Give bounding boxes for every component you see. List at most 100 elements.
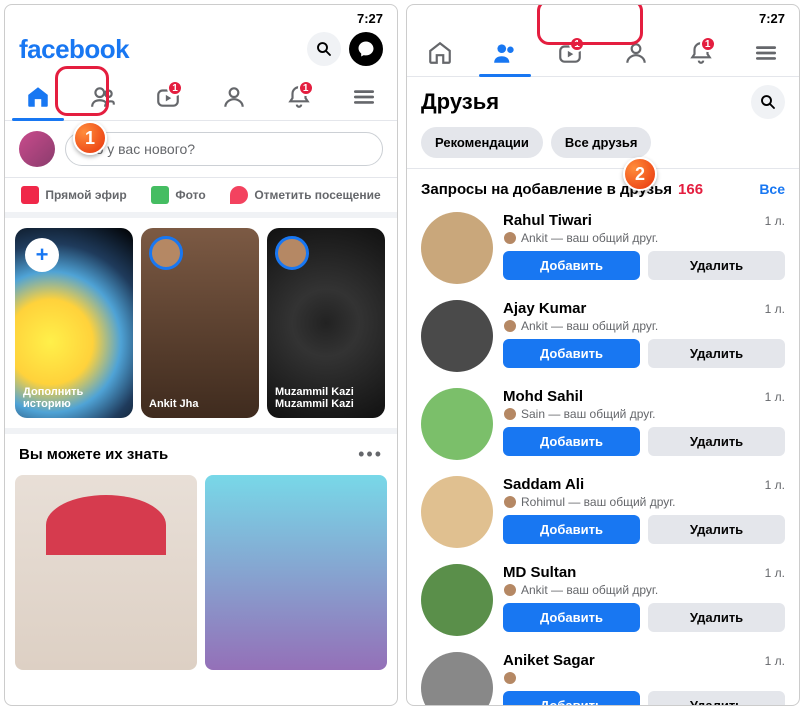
tab-menu[interactable] — [332, 76, 397, 120]
delete-button[interactable]: Удалить — [648, 603, 785, 632]
tab-notifications[interactable]: 1 — [266, 76, 331, 120]
pymk-title: Вы можете их знать — [19, 446, 168, 463]
search-icon — [759, 93, 777, 111]
mutual-avatar-icon — [503, 407, 517, 421]
add-story-card[interactable]: + Дополнить историю — [15, 228, 133, 418]
friend-body: Ajay Kumar 1 л. Ankit — ваш общий друг. … — [503, 300, 785, 372]
see-all-link[interactable]: Все — [759, 181, 785, 197]
add-button[interactable]: Добавить — [503, 515, 640, 544]
friend-avatar[interactable] — [421, 564, 493, 636]
delete-button[interactable]: Удалить — [648, 427, 785, 456]
photo-button[interactable]: Фото — [151, 186, 205, 204]
header: facebook — [5, 28, 397, 72]
messenger-icon — [357, 40, 375, 58]
tab-home[interactable] — [5, 76, 70, 120]
tab-friends[interactable] — [70, 76, 135, 120]
friend-time: 1 л. — [765, 654, 785, 668]
friend-avatar[interactable] — [421, 300, 493, 372]
chips-row: Рекомендации Все друзья — [407, 123, 799, 169]
mutual-avatar-icon — [503, 319, 517, 333]
notif-badge: 1 — [700, 36, 716, 52]
menu-icon — [753, 40, 779, 66]
friend-item[interactable]: Mohd Sahil 1 л. Sain — ваш общий друг. Д… — [407, 382, 799, 470]
friend-body: Rahul Tiwari 1 л. Ankit — ваш общий друг… — [503, 212, 785, 284]
tab-watch[interactable]: 1 — [538, 32, 603, 76]
friend-name: MD Sultan — [503, 564, 576, 581]
add-button[interactable]: Добавить — [503, 603, 640, 632]
mutual-text: Rohimul — ваш общий друг. — [521, 495, 676, 509]
pymk-row[interactable] — [5, 469, 397, 680]
story-avatar — [149, 236, 183, 270]
friend-name: Saddam Ali — [503, 476, 584, 493]
add-button[interactable]: Добавить — [503, 691, 640, 706]
status-bar: 7:27 — [407, 5, 799, 28]
tab-notifications[interactable]: 1 — [668, 32, 733, 76]
friend-avatar[interactable] — [421, 652, 493, 706]
tab-home[interactable] — [407, 32, 472, 76]
more-icon[interactable]: ••• — [358, 444, 383, 465]
mutual-avatar-icon — [503, 583, 517, 597]
friend-name: Ajay Kumar — [503, 300, 586, 317]
mutual-text: Ankit — ваш общий друг. — [521, 231, 658, 245]
tab-menu[interactable] — [734, 32, 799, 76]
location-icon — [230, 186, 248, 204]
pymk-header: Вы можете их знать ••• — [5, 434, 397, 469]
stories-row[interactable]: + Дополнить историю Ankit Jha Muzammil K… — [5, 218, 397, 434]
search-button[interactable] — [751, 85, 785, 119]
friend-item[interactable]: Aniket Sagar 1 л. Добавить Удалить — [407, 646, 799, 706]
add-button[interactable]: Добавить — [503, 251, 640, 280]
checkin-button[interactable]: Отметить посещение — [230, 186, 380, 204]
composer-row: Что у вас нового? — [5, 121, 397, 178]
add-button[interactable]: Добавить — [503, 427, 640, 456]
composer-actions: Прямой эфир Фото Отметить посещение — [5, 178, 397, 218]
mutual-text: Ankit — ваш общий друг. — [521, 583, 658, 597]
checkin-label: Отметить посещение — [254, 188, 380, 202]
tabs: 1 1 — [5, 72, 397, 121]
pymk-card[interactable] — [205, 475, 387, 670]
tab-watch[interactable]: 1 — [136, 76, 201, 120]
requests-header: Запросы на добавление в друзья 166 Все — [407, 169, 799, 206]
messenger-button[interactable] — [349, 32, 383, 66]
pymk-card[interactable] — [15, 475, 197, 670]
home-icon — [427, 40, 453, 66]
delete-button[interactable]: Удалить — [648, 515, 785, 544]
friend-avatar[interactable] — [421, 212, 493, 284]
delete-button[interactable]: Удалить — [648, 691, 785, 706]
friend-time: 1 л. — [765, 302, 785, 316]
clock: 7:27 — [357, 11, 383, 26]
delete-button[interactable]: Удалить — [648, 339, 785, 368]
mutual-text: Ankit — ваш общий друг. — [521, 319, 658, 333]
facebook-logo: facebook — [19, 34, 129, 65]
composer-input[interactable]: Что у вас нового? — [65, 132, 383, 166]
watch-badge: 1 — [569, 36, 585, 52]
story-name: Muzammil Kazi — [275, 398, 354, 410]
friend-item[interactable]: Ajay Kumar 1 л. Ankit — ваш общий друг. … — [407, 294, 799, 382]
user-avatar[interactable] — [19, 131, 55, 167]
tab-profile[interactable] — [201, 76, 266, 120]
friend-name: Mohd Sahil — [503, 388, 583, 405]
tab-friends[interactable] — [472, 32, 537, 76]
mutual-avatar-icon — [503, 495, 517, 509]
friend-list[interactable]: Rahul Tiwari 1 л. Ankit — ваш общий друг… — [407, 206, 799, 706]
story-card[interactable]: Muzammil Kazi Muzammil Kazi — [267, 228, 385, 418]
friend-avatar[interactable] — [421, 388, 493, 460]
requests-count: 166 — [678, 181, 703, 198]
friend-avatar[interactable] — [421, 476, 493, 548]
mutual-avatar-icon — [503, 671, 517, 685]
friend-item[interactable]: Rahul Tiwari 1 л. Ankit — ваш общий друг… — [407, 206, 799, 294]
friend-item[interactable]: Saddam Ali 1 л. Rohimul — ваш общий друг… — [407, 470, 799, 558]
status-bar: 7:27 — [5, 5, 397, 28]
search-icon — [315, 40, 333, 58]
live-button[interactable]: Прямой эфир — [21, 186, 126, 204]
delete-button[interactable]: Удалить — [648, 251, 785, 280]
friend-body: Aniket Sagar 1 л. Добавить Удалить — [503, 652, 785, 706]
friend-item[interactable]: MD Sultan 1 л. Ankit — ваш общий друг. Д… — [407, 558, 799, 646]
chip-recommendations[interactable]: Рекомендации — [421, 127, 543, 158]
tab-profile[interactable] — [603, 32, 668, 76]
friend-time: 1 л. — [765, 566, 785, 580]
chip-all-friends[interactable]: Все друзья — [551, 127, 652, 158]
search-button[interactable] — [307, 32, 341, 66]
mutual-avatar-icon — [503, 231, 517, 245]
story-card[interactable]: Ankit Jha — [141, 228, 259, 418]
add-button[interactable]: Добавить — [503, 339, 640, 368]
